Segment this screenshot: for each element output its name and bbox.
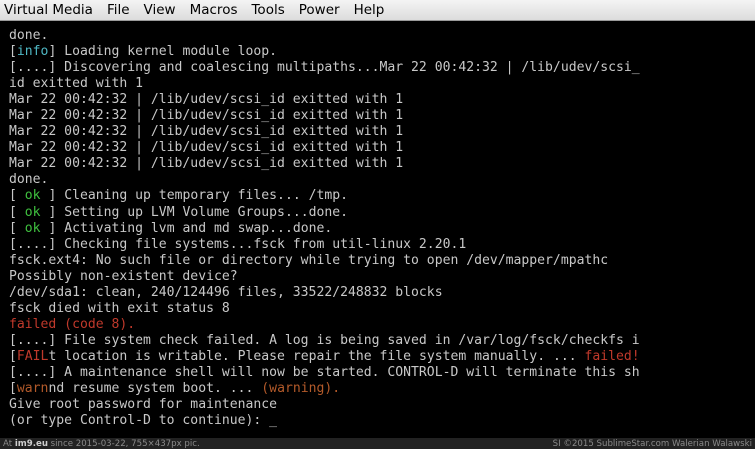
console-line: [info] Loading kernel module loop. (9, 44, 755, 60)
console-text: ok (24, 220, 41, 236)
console-text: done. (9, 28, 49, 43)
console-text: failed (code 8). (9, 316, 136, 332)
console-line: fsck died with exit status 8 (9, 301, 755, 317)
console-text: warn (16, 381, 49, 397)
console-line: Mar 22 00:42:32 | /lib/udev/scsi_id exit… (9, 140, 755, 156)
console-text: ok (24, 204, 41, 220)
console-text: [ (9, 381, 17, 397)
console-line: id exitted with 1 (9, 76, 755, 92)
console-text: t location is writable. Please repair th… (48, 348, 585, 364)
menu-help[interactable]: Help (347, 0, 392, 20)
console-line: (or type Control-D to continue): _ (9, 413, 755, 429)
console-text: id exitted with 1 (9, 76, 144, 92)
console-text: [ (9, 44, 17, 60)
console-text: [ (9, 204, 25, 220)
console-text: [ (9, 348, 17, 364)
console-text: (or type Control-D to continue): (9, 413, 270, 429)
console-text: ] Loading kernel module loop. (48, 44, 278, 60)
console-text: fsck.ext4: No such file or directory whi… (9, 252, 609, 268)
console-output[interactable]: done. [info] Loading kernel module loop.[… (0, 21, 755, 438)
console-text: info (16, 44, 49, 60)
console-text: (warning). (261, 381, 341, 397)
menu-view[interactable]: View (137, 0, 183, 20)
menu-file[interactable]: File (100, 0, 137, 20)
console-line: [....] File system check failed. A log i… (9, 333, 755, 349)
console-text: Mar 22 00:42:32 | /lib/udev/scsi_id exit… (9, 140, 404, 156)
console-text: [....] File system check failed. A log i… (9, 332, 640, 348)
console-line: [ ok ] Activating lvm and md swap...done… (9, 221, 755, 237)
console-line: Mar 22 00:42:32 | /lib/udev/scsi_id exit… (9, 156, 755, 172)
console-line: [ ok ] Cleaning up temporary files... /t… (9, 188, 755, 204)
console-line: Possibly non-existent device? (9, 269, 755, 285)
watermark-right: SI ©2015 SublimeStar.com Walerian Walaws… (552, 438, 752, 449)
console-text: Mar 22 00:42:32 | /lib/udev/scsi_id exit… (9, 92, 404, 108)
console-line: Give root password for maintenance (9, 397, 755, 413)
console-line: [....] Discovering and coalescing multip… (9, 60, 755, 76)
console-text: Mar 22 00:42:32 | /lib/udev/scsi_id exit… (9, 108, 404, 124)
console-line: [....] A maintenance shell will now be s… (9, 365, 755, 381)
console-line: Mar 22 00:42:32 | /lib/udev/scsi_id exit… (9, 124, 755, 140)
console-text: Mar 22 00:42:32 | /lib/udev/scsi_id exit… (9, 156, 404, 172)
console-text: done. (9, 172, 49, 188)
console-line: fsck.ext4: No such file or directory whi… (9, 253, 755, 269)
console-text: [....] A maintenance shell will now be s… (9, 364, 640, 380)
console-line: [ ok ] Setting up LVM Volume Groups...do… (9, 205, 755, 221)
console-text: ] Cleaning up temporary files... /tmp. (40, 188, 349, 204)
menu-macros[interactable]: Macros (183, 0, 245, 20)
console-text: Mar 22 00:42:32 | /lib/udev/scsi_id exit… (9, 124, 404, 140)
console-text: /dev/sda1: clean, 240/124496 files, 3352… (9, 284, 443, 300)
console-line: /dev/sda1: clean, 240/124496 files, 3352… (9, 285, 755, 301)
console-text: ] Setting up LVM Volume Groups...done. (40, 204, 349, 220)
console-text: Give root password for maintenance (9, 397, 278, 413)
console-text: [ (9, 220, 25, 236)
console-line: Mar 22 00:42:32 | /lib/udev/scsi_id exit… (9, 92, 755, 108)
watermark-left: At im9.eu since 2015-03-22, 755×437px pi… (3, 438, 200, 449)
console-text: Possibly non-existent device? (9, 268, 238, 284)
console-text: fsck died with exit status 8 (9, 300, 230, 316)
console-text: [....] Checking file systems...fsck from… (9, 236, 467, 252)
console-text: [ (9, 188, 25, 204)
menu-power[interactable]: Power (292, 0, 347, 20)
console-text: ok (24, 188, 41, 204)
console-line: [FAILt location is writable. Please repa… (9, 349, 755, 365)
menu-virtual-media[interactable]: Virtual Media (0, 0, 100, 20)
console-text: failed! (584, 348, 640, 364)
console-text: ] Activating lvm and md swap...done. (40, 220, 333, 236)
watermark-bar: At im9.eu since 2015-03-22, 755×437px pi… (0, 438, 755, 449)
menu-tools[interactable]: Tools (244, 0, 291, 20)
console-line: failed (code 8). (9, 317, 755, 333)
console-line: [warnnd resume system boot. ... (warning… (9, 381, 755, 397)
console-line: done. (9, 28, 755, 44)
console-line: done. (9, 172, 755, 188)
console-line: Mar 22 00:42:32 | /lib/udev/scsi_id exit… (9, 108, 755, 124)
menu-bar: Virtual Media File View Macros Tools Power Hel… (0, 0, 755, 21)
console-text: nd resume system boot. ... (48, 381, 262, 397)
console-text: [....] Discovering and coalescing multip… (9, 60, 640, 76)
text-cursor: _ (269, 413, 278, 429)
console-text: FAIL (16, 348, 49, 364)
console-line: [....] Checking file systems...fsck from… (9, 237, 755, 253)
